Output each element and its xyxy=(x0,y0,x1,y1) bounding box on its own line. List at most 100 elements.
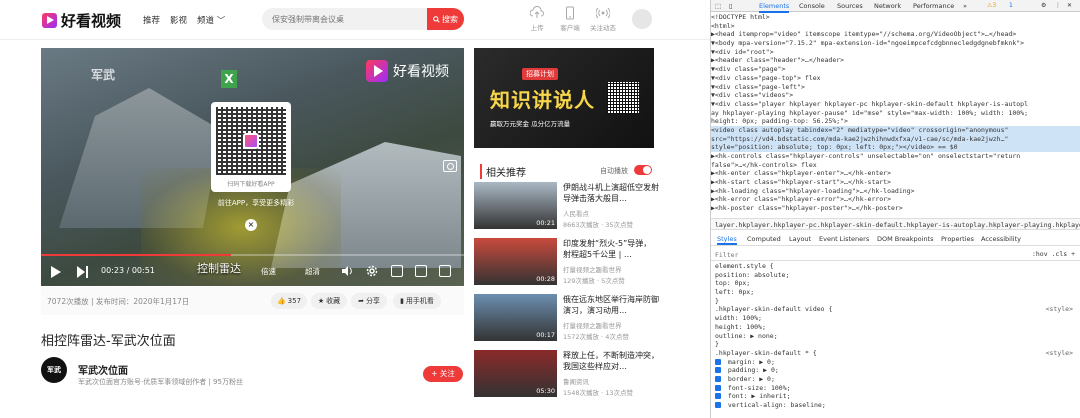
dom-node-line[interactable]: ▼<div class="page-top"> flex xyxy=(711,74,1080,83)
styles-filter-input[interactable] xyxy=(715,249,915,260)
related-thumbnail[interactable]: 00:17 xyxy=(474,294,557,341)
style-rule-line[interactable]: } xyxy=(711,340,1080,349)
mobile-watch-button[interactable]: ▮ 用手机看 xyxy=(393,293,441,309)
subtab-computed[interactable]: Computed xyxy=(747,235,781,243)
dom-node-line[interactable]: src="https://vd4.bdstatic.com/mda-kae2jw… xyxy=(711,134,1080,144)
related-item[interactable]: 05:30 释放上任，不断制造冲突，我国这些样应对… 鲁阁资讯 1548次播放 · 1… xyxy=(474,350,659,400)
speed-button[interactable]: 倍速 xyxy=(261,266,276,277)
subtab-accessibility[interactable]: Accessibility xyxy=(981,235,1021,243)
related-thumbnail[interactable]: 05:30 xyxy=(474,350,557,397)
property-checkbox[interactable] xyxy=(715,393,721,400)
related-title[interactable]: 释放上任，不断制造冲突，我国这些样应对… xyxy=(563,350,659,372)
related-thumbnail[interactable]: 00:28 xyxy=(474,238,557,285)
dom-node-line[interactable]: ▼<div class="page"> xyxy=(711,65,1080,74)
dom-node-line[interactable]: ▶<hk-enter class="hkplayer-enter">…</hk-… xyxy=(711,169,1080,178)
style-rule-line[interactable]: height: 100%; xyxy=(711,323,1080,332)
style-rule-line[interactable]: .hkplayer-skin-default * {<style> xyxy=(711,349,1080,358)
video-player[interactable]: 军武 X 好看视频 扫码下载好看APP 前往APP，享受更多精彩 × 控制雷达 … xyxy=(41,48,464,286)
style-rule-line[interactable]: .hkplayer-skin-default video {<style> xyxy=(711,305,1080,314)
warning-badge[interactable]: ⚠3 xyxy=(987,2,996,9)
related-title[interactable]: 俄在远东地区举行海岸防御演习，演习动用… xyxy=(563,294,659,316)
nav-item-recommend[interactable]: 推荐 xyxy=(143,14,160,26)
dom-node-line[interactable]: ▼<div id="root"> xyxy=(711,48,1080,57)
settings-icon[interactable] xyxy=(366,265,378,277)
style-rule-line[interactable]: top: 0px; xyxy=(711,279,1080,288)
related-item[interactable]: 00:28 印度发射“烈火-5”导弹，射程超5千公里 | … 打量视频之趣看世界 12… xyxy=(474,238,659,288)
user-avatar[interactable] xyxy=(632,9,652,29)
style-rule-line[interactable]: border: ▶ 0; xyxy=(711,375,1080,384)
related-item[interactable]: 00:17 俄在远东地区举行海岸防御演习，演习动用… 打量视频之趣看世界 1572次播… xyxy=(474,294,659,344)
dom-node-line[interactable]: ▼<body mpa-version="7.15.2" mpa-extensio… xyxy=(711,39,1080,48)
style-rule-line[interactable]: element.style { xyxy=(711,262,1080,271)
style-rule-line[interactable]: font-size: 100%; xyxy=(711,384,1080,393)
volume-icon[interactable] xyxy=(341,265,353,277)
upload-button[interactable]: 上传 xyxy=(522,6,552,32)
search-input[interactable] xyxy=(272,8,422,30)
dom-tree[interactable]: <!DOCTYPE html> <html> ▶<head itemprop="v… xyxy=(711,13,1080,216)
property-checkbox[interactable] xyxy=(715,375,721,382)
tab-elements[interactable]: Elements xyxy=(759,2,790,13)
subtab-properties[interactable]: Properties xyxy=(941,235,974,243)
subtab-dom-breakpoints[interactable]: DOM Breakpoints xyxy=(877,235,934,243)
style-source-link[interactable]: <style> xyxy=(1046,305,1073,314)
filter-tools[interactable]: :hov .cls + xyxy=(1032,250,1075,258)
breadcrumb[interactable]: layer.hkplayer.hkplayer-pc.hkplayer-skin… xyxy=(711,218,1080,230)
property-checkbox[interactable] xyxy=(715,402,721,408)
ad-banner[interactable]: 招募计划 知识讲说人 赢取万元奖金 瓜分亿万流量 xyxy=(474,48,654,148)
dom-node-line[interactable]: ▼<div class="videos"> xyxy=(711,91,1080,100)
tab-more[interactable]: » xyxy=(963,2,967,10)
styles-pane[interactable]: element.style { position: absolute; top:… xyxy=(711,262,1080,418)
author-avatar[interactable]: 军武 xyxy=(41,357,67,383)
style-rule-line[interactable]: outline: ▶ none; xyxy=(711,332,1080,341)
tab-performance[interactable]: Performance xyxy=(913,2,954,10)
screenshot-icon[interactable] xyxy=(443,160,457,172)
author-name[interactable]: 军武次位面 xyxy=(78,362,128,377)
quality-button[interactable]: 超清 xyxy=(305,266,320,277)
subtab-layout[interactable]: Layout xyxy=(789,235,811,243)
play-icon[interactable] xyxy=(51,266,61,278)
dom-node-line[interactable]: style="position: absolute; top: 0px; lef… xyxy=(711,143,1080,152)
share-button[interactable]: ➦ 分享 xyxy=(351,293,387,309)
property-checkbox[interactable] xyxy=(715,367,721,374)
dom-node-line[interactable]: ▶<header class="header">…</header> xyxy=(711,56,1080,65)
dom-node-line[interactable]: <video class autoplay tabindex="2" media… xyxy=(711,125,1080,135)
related-title[interactable]: 伊朗战斗机上演超低空发射导弹击落大般目… xyxy=(563,182,659,204)
dom-node-line[interactable]: ▶<head itemprop="video" itemscope itemty… xyxy=(711,30,1080,39)
like-button[interactable]: 👍 357 xyxy=(271,293,307,309)
dom-node-line[interactable]: <html> xyxy=(711,22,1080,31)
app-promo-text[interactable]: 前往APP，享受更多精彩 xyxy=(201,198,311,208)
style-rule-line[interactable]: } xyxy=(711,297,1080,306)
autoplay-toggle[interactable] xyxy=(634,165,652,175)
style-rule-line[interactable]: position: absolute; xyxy=(711,271,1080,280)
progress-bar[interactable] xyxy=(41,254,464,256)
related-item[interactable]: 00:21 伊朗战斗机上演超低空发射导弹击落大般目… 人民看点 8663次播放 · 3… xyxy=(474,182,659,232)
follow-button[interactable]: + 关注 xyxy=(423,366,463,382)
nav-item-film[interactable]: 影视 xyxy=(170,14,187,26)
nav-item-channel[interactable]: 频道 ﹀ xyxy=(197,14,225,26)
site-logo[interactable]: 好看视频 xyxy=(42,10,121,31)
inspect-icon[interactable]: ⬚ xyxy=(715,2,721,10)
close-promo-button[interactable]: × xyxy=(245,219,257,231)
style-rule-line[interactable]: margin: ▶ 0; xyxy=(711,358,1080,367)
property-checkbox[interactable] xyxy=(715,384,721,391)
style-rule-line[interactable]: width: 100%; xyxy=(711,314,1080,323)
pip-icon[interactable] xyxy=(391,265,403,277)
close-devtools-icon[interactable]: ✕ xyxy=(1067,2,1072,9)
fullscreen-icon[interactable] xyxy=(439,265,451,277)
dom-node-line[interactable]: ▶<hk-loading class="hkplayer-loading">…<… xyxy=(711,187,1080,196)
tab-network[interactable]: Network xyxy=(874,2,901,10)
style-rule-line[interactable]: vertical-align: baseline; xyxy=(711,401,1080,410)
subtab-event-listeners[interactable]: Event Listeners xyxy=(819,235,869,243)
device-toggle-icon[interactable]: ▯ xyxy=(729,2,733,10)
dom-node-line[interactable]: ▼<div class="page-left"> xyxy=(711,83,1080,92)
dom-node-line[interactable]: false">…</hk-controls> flex xyxy=(711,161,1080,170)
search-button[interactable]: 搜索 xyxy=(427,8,464,30)
tab-console[interactable]: Console xyxy=(799,2,825,10)
style-source-link[interactable]: <style> xyxy=(1046,349,1073,358)
related-title[interactable]: 印度发射“烈火-5”导弹，射程超5千公里 | … xyxy=(563,238,659,260)
dom-node-line[interactable]: ▶<hk-error class="hkplayer-error">…</hk-… xyxy=(711,195,1080,204)
tab-sources[interactable]: Sources xyxy=(837,2,863,10)
dom-node-line[interactable]: ▶<hk-poster class="hkplayer-poster">…</h… xyxy=(711,204,1080,213)
dom-node-line[interactable]: ▼<div class="player hkplayer hkplayer-pc… xyxy=(711,100,1080,109)
property-checkbox[interactable] xyxy=(715,358,721,365)
